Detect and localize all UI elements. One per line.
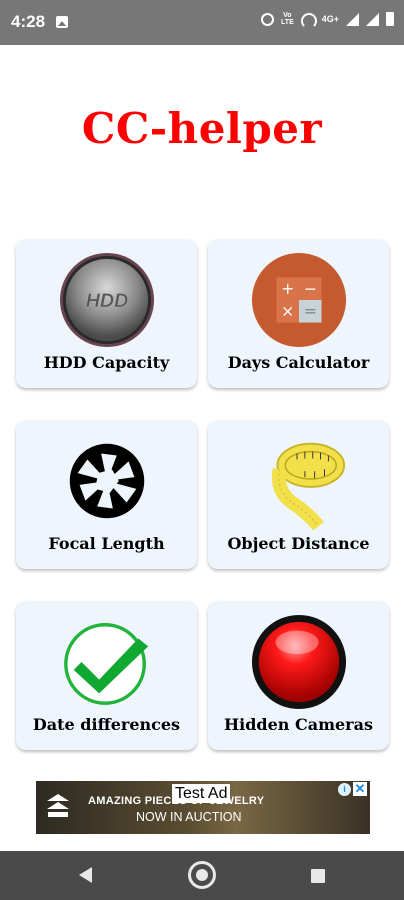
network-type: 4G+ [321,14,339,24]
tile-days-calculator[interactable]: + − × = Days Calculator [208,239,389,388]
ad-banner[interactable]: AMAZING PIECES OF JEWELRY NOW IN AUCTION… [36,781,370,834]
back-icon[interactable] [79,867,92,883]
svg-text:=: = [303,302,316,321]
measuring-tape-icon [271,442,345,530]
ad-info-icon[interactable]: i [338,783,351,796]
status-bar: 4:28 Vo LTE 4G+ [0,0,404,45]
signal-icon [346,12,359,26]
home-icon[interactable] [188,861,216,889]
status-icons: Vo LTE 4G+ [261,12,394,29]
tile-hdd-capacity[interactable]: HDD HDD Capacity [16,239,197,388]
red-button-icon [251,614,346,710]
battery-icon [386,12,394,26]
hdd-icon: HDD [59,252,154,348]
signal-icon [366,12,379,26]
svg-text:HDD: HDD [85,290,127,312]
tile-focal-length[interactable]: Focal Length [16,420,197,569]
tile-label: Hidden Cameras [224,715,373,734]
ad-subline: NOW IN AUCTION [136,810,242,824]
auction-logo-icon [47,794,69,817]
tile-date-differences[interactable]: Date differences [16,601,197,750]
tile-label: Date differences [32,715,181,734]
aperture-icon [69,443,144,519]
tile-label: Object Distance [227,534,370,553]
navigation-bar [0,851,404,900]
ad-close-icon[interactable]: ✕ [353,782,367,796]
gallery-icon [56,16,68,28]
svg-text:+: + [281,279,294,298]
hotspot-icon [300,13,317,29]
tile-hidden-cameras[interactable]: Hidden Cameras [208,601,389,750]
volte-icon: Vo LTE [281,12,294,26]
recents-icon[interactable] [311,869,325,883]
status-time: 4:28 [11,12,46,31]
tile-object-distance[interactable]: Object Distance [208,420,389,569]
tile-label: Days Calculator [227,353,370,372]
test-ad-label: Test Ad [172,784,231,803]
app-title: CC-helper [81,104,323,153]
tile-label: Focal Length [48,534,165,553]
tile-label: HDD Capacity [43,353,170,372]
checkmark-icon [63,623,148,705]
alarm-icon [261,12,275,26]
svg-text:×: × [281,302,294,321]
svg-text:−: − [303,279,316,298]
calculator-icon: + − × = [251,252,346,348]
